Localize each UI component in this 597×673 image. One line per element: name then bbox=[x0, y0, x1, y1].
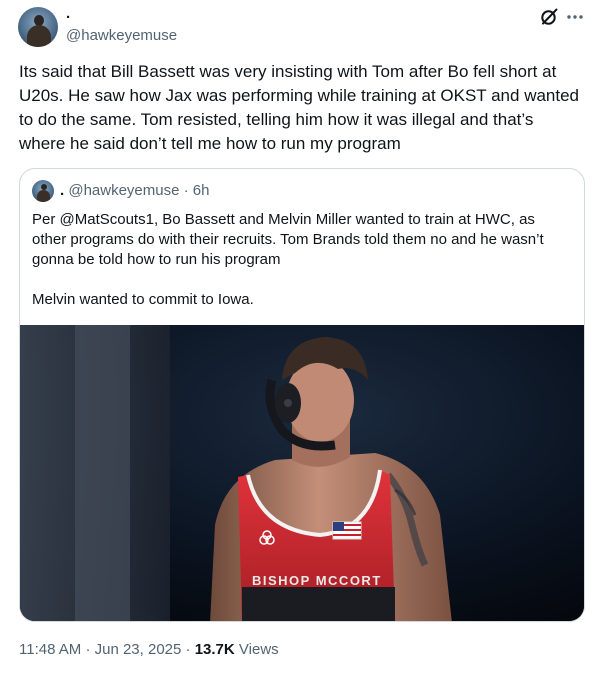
quoted-author-name: . bbox=[60, 182, 65, 199]
views-count: 13.7K bbox=[194, 641, 235, 658]
quoted-paragraph: Per @MatScouts1, Bo Bassett and Melvin M… bbox=[32, 211, 544, 268]
quoted-separator: · bbox=[183, 182, 189, 199]
wrestler-photo[interactable]: BISHOP MCCORT bbox=[20, 325, 584, 621]
quoted-tweet[interactable]: . @hawkeyemuse · 6h Per @MatScouts1, Bo … bbox=[19, 168, 585, 622]
tweet-time[interactable]: 11:48 AM bbox=[19, 641, 81, 658]
meta-separator: · bbox=[185, 641, 191, 658]
tweet-text: Its said that Bill Bassett was very insi… bbox=[19, 62, 580, 153]
quoted-paragraph: Melvin wanted to commit to Iowa. bbox=[32, 291, 254, 308]
tweet-date[interactable]: Jun 23, 2025 bbox=[95, 641, 182, 658]
tweet-page: . @hawkeyemuse Its said that Bill Basset… bbox=[0, 0, 597, 673]
grok-icon[interactable] bbox=[539, 7, 559, 27]
tweet-meta: 11:48 AM · Jun 23, 2025 · 13.7K Views bbox=[19, 640, 279, 660]
quoted-tweet-header: . @hawkeyemuse · 6h bbox=[60, 182, 209, 200]
more-icon[interactable] bbox=[565, 7, 585, 27]
views-label: Views bbox=[238, 641, 279, 658]
quoted-author-avatar bbox=[32, 180, 54, 202]
meta-separator: · bbox=[85, 641, 91, 658]
author-display-name[interactable]: . bbox=[66, 5, 70, 23]
author-avatar[interactable] bbox=[18, 7, 58, 47]
author-handle[interactable]: @hawkeyemuse bbox=[66, 27, 177, 45]
quoted-tweet-text: Per @MatScouts1, Bo Bassett and Melvin M… bbox=[32, 210, 572, 310]
avatar-figure-body bbox=[37, 190, 50, 202]
singlet-text: BISHOP MCCORT bbox=[252, 573, 382, 588]
avatar-figure-body bbox=[27, 25, 51, 47]
quoted-timestamp: 6h bbox=[192, 182, 210, 199]
wrestler-illustration: BISHOP MCCORT bbox=[20, 325, 584, 621]
quoted-author-handle: @hawkeyemuse bbox=[68, 182, 180, 199]
